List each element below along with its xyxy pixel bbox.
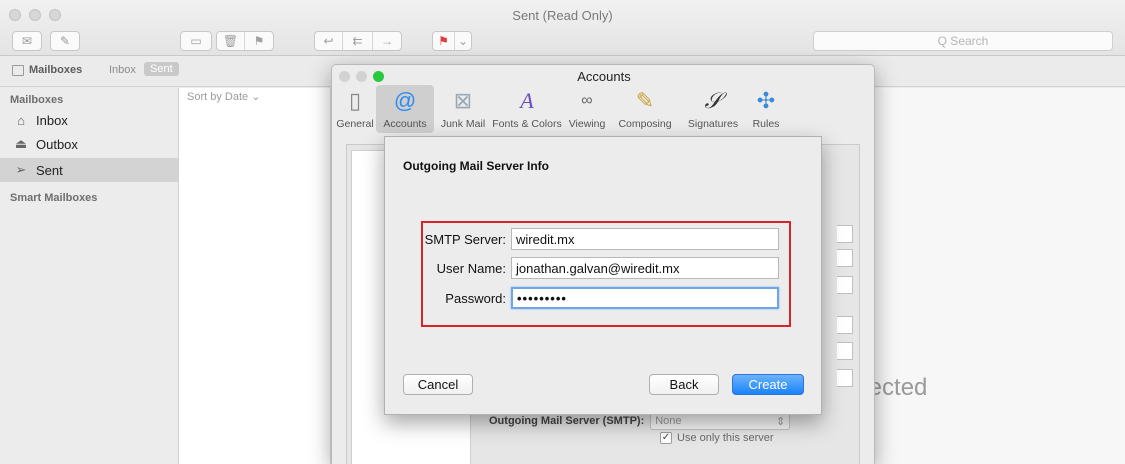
account-field[interactable]	[837, 316, 853, 334]
mailbox-sidebar: Mailboxes ⌂ Inbox ⏏ Outbox ➢ Sent Smart …	[0, 88, 179, 464]
account-field[interactable]	[837, 369, 853, 387]
reply-group: ↩ ⇇ →	[314, 31, 402, 51]
favorites-inbox[interactable]: Inbox	[109, 64, 136, 76]
tab-label: Composing	[618, 118, 672, 130]
back-button[interactable]: Back	[649, 374, 719, 395]
favorites-sent[interactable]: Sent	[144, 62, 179, 76]
password-label: Password:	[445, 290, 506, 306]
use-only-this-server-label: Use only this server	[677, 432, 774, 444]
favorites-mailboxes[interactable]: Mailboxes	[29, 64, 82, 76]
glasses-icon: ∞	[581, 92, 593, 109]
forward-icon[interactable]: →	[373, 32, 401, 50]
smtp-server-input[interactable]: wiredit.mx	[511, 228, 779, 250]
smtp-server-label: SMTP Server:	[424, 231, 506, 247]
envelope-icon: ✉	[21, 34, 33, 48]
account-field[interactable]	[837, 342, 853, 360]
sidebar-item-inbox[interactable]: ⌂ Inbox	[0, 108, 178, 132]
updown-chevron-icon: ⇕	[776, 415, 786, 428]
chevron-down-icon[interactable]: ⌄	[455, 32, 471, 50]
create-button[interactable]: Create	[732, 374, 804, 395]
mailboxes-header: Mailboxes	[10, 94, 64, 106]
flag-icon[interactable]: ⚑	[433, 32, 455, 50]
junk-icon[interactable]: ⚑	[245, 32, 273, 50]
sidebar-item-label: Sent	[36, 162, 63, 178]
user-name-field-row: User Name: jonathan.galvan@wiredit.mx	[385, 257, 779, 279]
account-field[interactable]	[837, 249, 853, 267]
trash-icon[interactable]: 🗑︎	[217, 32, 245, 50]
password-field-row: Password: •••••••••	[385, 287, 779, 309]
rules-icon: ✣	[756, 88, 776, 113]
account-field[interactable]	[837, 225, 853, 243]
use-only-this-server-checkbox[interactable]: ✓	[660, 432, 672, 444]
tab-label: Junk Mail	[440, 118, 486, 130]
tab-label: General	[336, 118, 374, 130]
search-input[interactable]: Q Search	[813, 31, 1113, 51]
delete-junk-group: 🗑︎ ⚑	[216, 31, 274, 51]
tab-label: Accounts	[383, 118, 427, 130]
main-toolbar: Sent (Read Only) ✉ ✎ ▭ 🗑︎ ⚑ ↩ ⇇ → ⚑ ⌄ Q …	[0, 0, 1125, 56]
trash-bin-icon: ⊠	[453, 88, 473, 113]
sheet-title: Outgoing Mail Server Info	[403, 159, 550, 173]
tab-composing[interactable]: ✎ Composing	[610, 85, 680, 133]
archive-delete-junk-group: ▭	[180, 31, 212, 51]
font-icon: A	[520, 88, 534, 113]
tab-junk-mail[interactable]: ⊠ Junk Mail	[436, 85, 490, 133]
user-name-input[interactable]: jonathan.galvan@wiredit.mx	[511, 257, 779, 279]
tab-fonts-colors[interactable]: A Fonts & Colors	[490, 85, 564, 133]
archive-icon[interactable]: ▭	[181, 32, 211, 50]
user-name-label: User Name:	[436, 260, 506, 276]
sidebar-toggle-icon[interactable]	[12, 65, 24, 76]
message-list[interactable]: Sort by Date ⌄	[179, 88, 331, 464]
tab-accounts[interactable]: @ Accounts	[376, 85, 434, 133]
smtp-server-value: None	[655, 415, 682, 427]
account-field[interactable]	[837, 276, 853, 294]
tab-general[interactable]: ▯ General	[334, 85, 376, 133]
compose-icon: ✎	[59, 34, 71, 48]
compose-button[interactable]: ✎	[50, 31, 80, 51]
tab-label: Fonts & Colors	[492, 118, 562, 130]
tab-label: Viewing	[568, 118, 606, 130]
switch-icon: ▯	[348, 88, 362, 113]
prefs-title: Accounts	[577, 69, 631, 84]
reply-all-icon[interactable]: ⇇	[343, 32, 373, 50]
tab-viewing[interactable]: ∞ Viewing	[564, 85, 610, 133]
tab-signatures[interactable]: 𝒮 Signatures	[680, 85, 746, 133]
sidebar-item-label: Inbox	[36, 112, 68, 128]
smtp-server-label: Outgoing Mail Server (SMTP):	[489, 415, 645, 427]
cancel-button[interactable]: Cancel	[403, 374, 473, 395]
outbox-icon: ⏏	[14, 136, 28, 151]
at-icon: @	[393, 88, 417, 113]
tab-label: Rules	[752, 118, 780, 130]
window-title: Sent (Read Only)	[512, 8, 613, 23]
sidebar-item-outbox[interactable]: ⏏ Outbox	[0, 132, 178, 156]
paper-plane-icon: ➢	[15, 162, 27, 177]
reply-icon[interactable]: ↩	[315, 32, 343, 50]
get-mail-button[interactable]: ✉	[12, 31, 42, 51]
sidebar-item-sent[interactable]: ➢ Sent	[0, 158, 178, 182]
sort-by-date-button[interactable]: Sort by Date ⌄	[187, 90, 260, 103]
tab-label: Signatures	[687, 118, 739, 130]
smtp-server-field-row: SMTP Server: wiredit.mx	[385, 228, 779, 250]
sidebar-item-label: Outbox	[36, 136, 78, 152]
signature-icon: 𝒮	[704, 88, 722, 113]
tray-icon: ⌂	[17, 112, 25, 128]
password-input[interactable]: •••••••••	[511, 287, 779, 309]
outgoing-mail-server-sheet: Outgoing Mail Server Info SMTP Server: w…	[384, 136, 822, 415]
use-only-this-server-row: ✓ Use only this server	[660, 432, 774, 444]
smart-mailboxes-header: Smart Mailboxes	[10, 192, 98, 204]
tab-rules[interactable]: ✣ Rules	[746, 85, 786, 133]
pencil-icon: ✎	[635, 88, 655, 113]
flag-group: ⚑ ⌄	[432, 31, 472, 51]
